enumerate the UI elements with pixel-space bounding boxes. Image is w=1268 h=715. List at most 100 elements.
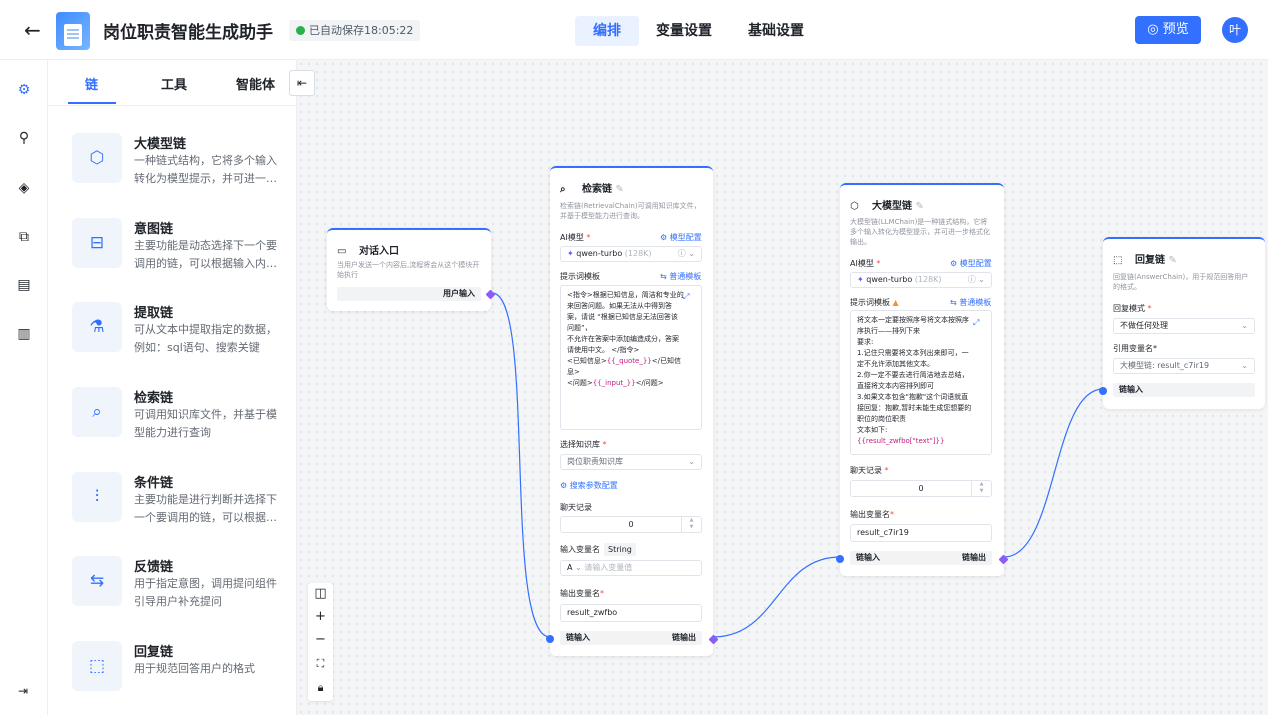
input-label: 链输入 [856, 553, 880, 562]
flow-canvas[interactable]: ▭ 对话入口 当用户发送一个内容后,流程将会从这个模块开始执行 用户输入 ⌕ 检索链… [297, 60, 1268, 715]
chain-item-desc: 用于指定意图，调用提问组件引导用户补充提问 [134, 577, 277, 608]
label-text: 引用变量名 [1113, 344, 1153, 353]
zoom-out-icon[interactable]: − [308, 629, 333, 651]
link-text: 模型配置 [959, 259, 992, 268]
plug-icon[interactable]: ⚲ [12, 126, 36, 150]
tab-chain[interactable]: 链 [85, 74, 98, 93]
node-entry[interactable]: ▭ 对话入口 当用户发送一个内容后,流程将会从这个模块开始执行 用户输入 [327, 228, 496, 311]
mode-select[interactable]: 不做任何处理 ⌄ [1113, 318, 1255, 334]
zoom-in-icon[interactable]: + [308, 606, 333, 628]
kb-select[interactable]: 岗位职责知识库 ⌄ [560, 454, 702, 470]
edit-icon[interactable]: ✎ [1168, 255, 1176, 266]
lock-icon[interactable]: 🔒︎ [308, 677, 333, 699]
search-config-link[interactable]: ⚙ 搜索参数配置 [560, 480, 618, 491]
output-var-field[interactable]: result_c7ir19 [850, 524, 992, 542]
node-llm[interactable]: ⬡ 大模型链 ✎ 大模型链(LLMChain)是一种链式结构，它将多个输入转化为模… [836, 183, 1009, 576]
prompt-textarea[interactable]: 将文本一定要按照序号将文本按照序 序执行——排列下来 要求: 1.记住只需要将文本列出… [850, 310, 992, 455]
chain-item-condition[interactable]: ⫶ 条件链 主要功能是进行判断并选择下一个要调用的链，可以根据… [72, 472, 287, 542]
chain-item-llm[interactable]: ⬡ 大模型链 一种链式结构，它将多个输入转化为模型提示，并可进一… [72, 133, 287, 203]
model-config-link[interactable]: ⚙ 模型配置 [950, 258, 992, 269]
app-logo [56, 12, 90, 50]
prompt-line: 直接将文本内容排列即可 [857, 382, 934, 390]
mode-label: 回复模式 * [1113, 304, 1152, 313]
model-select[interactable]: ✦ qwen-turbo (128K) ⓘ ⌄ [560, 246, 702, 262]
prompt-textarea[interactable]: <指令>根据已知信息，简洁和专业的 来回答问题。如果无法从中得到答 案，请说 “根据… [560, 285, 702, 430]
tab-agents[interactable]: 智能体 [236, 74, 275, 93]
stepper-arrows[interactable]: ▲ ▼ [971, 481, 991, 496]
prompt-mode-link[interactable]: ⇆ 普通模板 [660, 271, 701, 282]
kb-label: 选择知识库 * [560, 440, 607, 449]
prompt-line: 2.你一定不要去进行简洁地去总结， [857, 371, 969, 379]
input-label: 链输入 [566, 633, 590, 642]
tab-tools[interactable]: 工具 [161, 74, 187, 93]
prompt-line: 不允许在答案中添加编造成分，答案 [567, 335, 679, 343]
kb-value: 岗位职责知识库 [567, 457, 623, 466]
output-var-value: result_c7ir19 [857, 528, 909, 537]
history-stepper[interactable]: 0 ▲ ▼ [560, 516, 702, 533]
model-select[interactable]: ✦ qwen-turbo (128K) ⓘ ⌄ [850, 272, 992, 288]
ref-select[interactable]: 大模型链: result_c7ir19 ⌄ [1113, 358, 1255, 374]
map-icon[interactable]: ◫ [308, 583, 333, 605]
input-var-field[interactable]: A ⌄ 请输入变量值 [560, 560, 702, 576]
model-config-link[interactable]: ⚙ 模型配置 [660, 232, 702, 243]
link-text: 搜索参数配置 [569, 481, 618, 490]
node-title-text: 对话入口 [359, 246, 399, 257]
edit-icon[interactable]: ✎ [915, 201, 923, 212]
active-tab-underline [68, 102, 116, 104]
layers-icon[interactable]: ◈ [12, 176, 36, 200]
prompt-line: 接回复：抱歉,暂时未能生成您想要的 [857, 404, 972, 412]
input-port[interactable] [836, 555, 844, 563]
gear-icon[interactable]: ⚙ [0, 68, 48, 112]
fit-view-icon[interactable]: ⛶ [308, 653, 333, 675]
expand-rail-icon[interactable]: ⇥ [18, 684, 28, 698]
search-doc-icon: ⌕ [72, 387, 122, 437]
expand-icon[interactable]: ⤢ [973, 318, 979, 328]
cube-icon: ⬡ [72, 133, 122, 183]
history-stepper[interactable]: 0 ▲ ▼ [850, 480, 992, 497]
prompt-line: 定不允许添加其他文本。 [857, 360, 934, 368]
label-text: AI模型 [850, 259, 874, 268]
chain-item-feedback[interactable]: ⇆ 反馈链 用于指定意图，调用提问组件引导用户补充提问 [72, 556, 287, 626]
label-text: 输入变量名 [560, 545, 600, 554]
output-var-label: 输出变量名* [850, 510, 894, 519]
tree-icon[interactable]: ⧉ [12, 225, 36, 249]
back-arrow-icon[interactable]: ← [24, 18, 41, 42]
tab-arrange[interactable]: 编排 [575, 16, 639, 46]
preview-button[interactable]: ◎ 预览 [1135, 16, 1201, 44]
edit-icon[interactable]: ✎ [615, 184, 623, 195]
document-icon[interactable]: ▤ [12, 273, 36, 297]
collapse-panel-icon[interactable]: ⇤ [289, 70, 315, 96]
input-port[interactable] [1099, 387, 1107, 395]
node-title: ▭ 对话入口 [337, 242, 399, 257]
chain-item-title: 大模型链 [134, 137, 187, 152]
chain-item-extract[interactable]: ⚗ 提取链 可从文本中提取指定的数据，例如：sql语句、搜索关键词… [72, 302, 287, 372]
node-title-text: 大模型链 [872, 201, 912, 212]
node-reply[interactable]: ⬚ 回复链 ✎ 回复链(AnswerChain)，用于规范回答用户的格式。 回复模… [1099, 237, 1265, 409]
tab-basic-settings[interactable]: 基础设置 [730, 16, 822, 46]
prompt-mode-link[interactable]: ⇆ 普通模板 [950, 297, 991, 308]
expand-icon[interactable]: ⤢ [683, 292, 689, 302]
chart-icon[interactable]: ▥ [12, 322, 36, 346]
node-retrieval[interactable]: ⌕ 检索链 ✎ 检索链(RetrievalChain)可调用知识库文件，并基于模型… [546, 166, 719, 656]
chain-item-reply[interactable]: ⬚ 回复链 用于规范回答用户的格式 [72, 641, 287, 711]
label-text: 聊天记录 [850, 466, 882, 475]
input-port[interactable] [546, 635, 554, 643]
panel-tabs: 链 工具 智能体 [48, 60, 297, 106]
node-title: ⬡ 大模型链 ✎ [850, 197, 924, 212]
prompt-line: 序执行——排列下来 [857, 327, 920, 335]
chain-item-title: 检索链 [134, 391, 174, 406]
tab-variables[interactable]: 变量设置 [638, 16, 730, 46]
top-bar: ← 岗位职责智能生成助手 已自动保存18:05:22 编排 变量设置 基础设置 … [0, 0, 1268, 60]
chain-item-intent[interactable]: ⊟ 意图链 主要功能是动态选择下一个要调用的链，可以根据输入内… [72, 218, 287, 288]
reply-io-row: 链输入 [1113, 383, 1255, 397]
avatar[interactable]: 叶 [1222, 17, 1248, 43]
chain-item-title: 反馈链 [134, 560, 174, 575]
prompt-line: {{result_zwfbo["text"]}} [857, 437, 945, 445]
output-var-field[interactable]: result_zwfbo [560, 604, 702, 622]
prompt-line: 要求: [857, 338, 874, 346]
node-desc: 当用户发送一个内容后,流程将会从这个模块开始执行 [337, 261, 480, 279]
model-ctx: (128K) [624, 249, 652, 258]
chain-item-desc: 一种链式结构，它将多个输入转化为模型提示，并可进一… [134, 154, 277, 185]
stepper-arrows[interactable]: ▲ ▼ [681, 517, 701, 532]
chain-item-retrieval[interactable]: ⌕ 检索链 可调用知识库文件，并基于模型能力进行查询 [72, 387, 287, 457]
